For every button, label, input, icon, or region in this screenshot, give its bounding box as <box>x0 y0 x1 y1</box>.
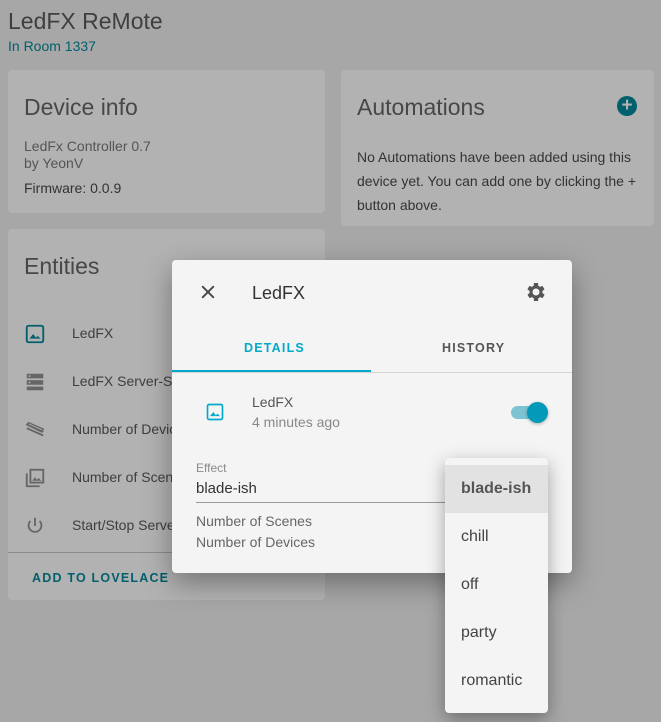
automations-card: Automations + No Automations have been a… <box>341 70 654 226</box>
entity-label: Number of Scen <box>72 469 174 485</box>
entity-name: LedFX <box>252 394 294 410</box>
automations-empty-line2: device yet. You can add one by clicking … <box>357 173 637 189</box>
option-off[interactable]: off <box>445 561 548 609</box>
device-model: LedFx Controller 0.7 <box>24 138 151 154</box>
entity-label: LedFX Server-St <box>72 373 177 389</box>
image-icon <box>206 403 224 421</box>
automations-title: Automations <box>357 94 485 120</box>
add-automation-icon[interactable]: + <box>617 96 637 116</box>
add-to-lovelace-button[interactable]: ADD TO LOVELACE <box>32 571 169 585</box>
last-changed: 4 minutes ago <box>252 414 340 430</box>
power-icon <box>27 517 43 533</box>
tab-details[interactable]: DETAILS <box>244 341 305 355</box>
power-toggle[interactable] <box>527 402 548 423</box>
effect-select[interactable]: blade-ish <box>196 480 257 497</box>
image-multiple-icon <box>25 468 45 488</box>
server-icon <box>26 373 44 391</box>
entity-label: LedFX <box>72 325 114 341</box>
effect-label: Effect <box>196 461 227 475</box>
led-strip-icon <box>25 421 45 437</box>
automations-empty-line1: No Automations have been added using thi… <box>357 149 631 165</box>
close-icon[interactable] <box>198 282 218 302</box>
page-subtitle[interactable]: In Room 1337 <box>8 38 96 54</box>
dialog-title: LedFX <box>252 283 306 303</box>
device-info-card: Device info LedFx Controller 0.7 by Yeon… <box>8 70 325 213</box>
entity-label: Start/Stop Serve <box>72 517 175 533</box>
device-firmware: Firmware: 0.0.9 <box>24 180 122 196</box>
option-party[interactable]: party <box>445 609 548 657</box>
option-chill[interactable]: chill <box>445 513 548 561</box>
device-manufacturer: by YeonV <box>24 155 84 171</box>
automations-empty-line3: button above. <box>357 197 442 213</box>
entity-label: Number of Devic <box>72 421 177 437</box>
tabs-divider <box>172 372 572 373</box>
tab-history[interactable]: HISTORY <box>442 341 505 355</box>
image-icon <box>25 324 45 344</box>
attribute-number-of-scenes: Number of Scenes <box>196 513 312 529</box>
attribute-number-of-devices: Number of Devices <box>196 534 316 550</box>
option-blade-ish[interactable]: blade-ish <box>445 465 548 513</box>
device-info-title: Device info <box>24 94 138 120</box>
effect-dropdown-menu: blade-ish chill off party romantic <box>445 458 548 713</box>
entities-title: Entities <box>24 253 100 279</box>
gear-icon[interactable] <box>524 280 548 304</box>
option-romantic[interactable]: romantic <box>445 657 548 705</box>
page-title: LedFX ReMote <box>8 8 163 34</box>
